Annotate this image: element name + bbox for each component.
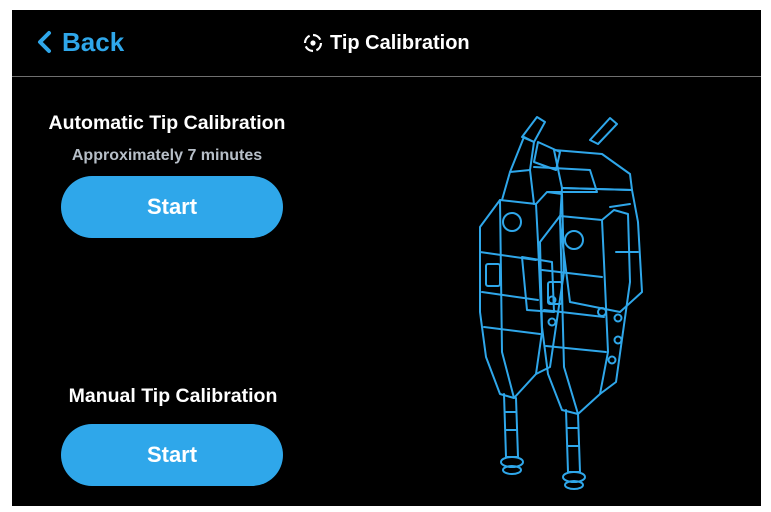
crosshair-target-icon	[303, 33, 323, 53]
back-label: Back	[62, 26, 125, 57]
back-button[interactable]: Back	[36, 24, 124, 60]
tip-calibration-screen: Back Tip Calibration Automatic Tip Calib…	[12, 10, 761, 506]
automatic-calibration-duration: Approximately 7 minutes	[71, 147, 263, 164]
automatic-calibration-title: Automatic Tip Calibration	[48, 112, 286, 134]
manual-calibration-title: Manual Tip Calibration	[68, 385, 278, 407]
chevron-left-icon	[38, 31, 51, 53]
automatic-start-button[interactable]: Start	[61, 176, 283, 238]
dual-print-head-icon	[479, 116, 643, 490]
page-title: Tip Calibration	[302, 28, 470, 58]
page-title-text: Tip Calibration	[330, 31, 470, 54]
header-bar: Back Tip Calibration	[12, 10, 761, 77]
manual-start-button[interactable]: Start	[61, 424, 283, 486]
